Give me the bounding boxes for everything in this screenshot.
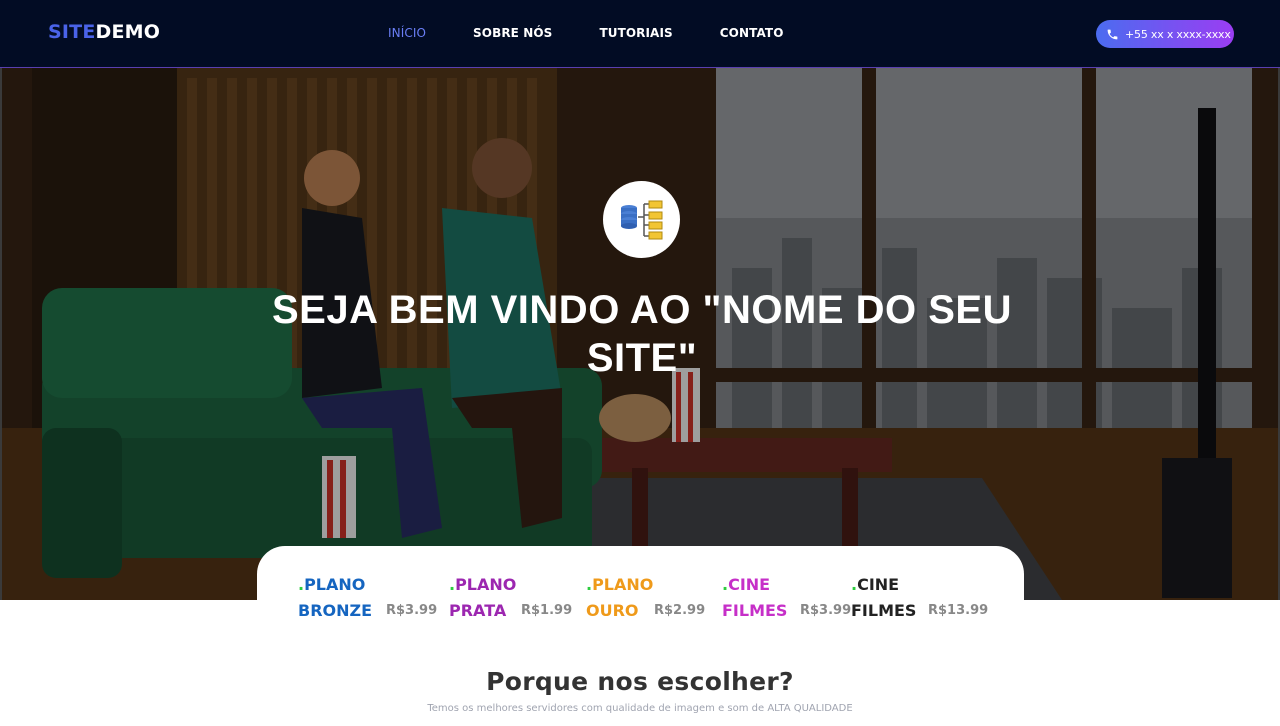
plan-name: .CINE FILMES — [722, 572, 787, 624]
plan-line-2: BRONZE — [298, 601, 373, 620]
nav-link-inicio[interactable]: INÍCIO — [388, 26, 426, 40]
plan-name: .PLANO BRONZE — [298, 572, 372, 624]
plan-name: .PLANO OURO — [586, 572, 653, 624]
plan-cine-filmes[interactable]: .CINE FILMES R$3.99 — [722, 572, 851, 624]
top-navbar: SITEDEMO INÍCIO SOBRE NÓS TUTORIAIS CONT… — [0, 0, 1280, 68]
plan-line-1: PLANO — [304, 575, 366, 594]
phone-label: +55 xx x xxxx-xxxx — [1125, 27, 1231, 41]
plan-price: R$1.99 — [521, 603, 573, 618]
plan-name: .CINE FILMES — [851, 572, 916, 624]
hero-logo-badge — [603, 181, 680, 258]
plan-line-1: CINE — [857, 575, 900, 594]
hero-title: SEJA BEM VINDO AO "NOME DO SEU SITE" — [272, 288, 1012, 380]
plan-ouro[interactable]: .PLANO OURO R$2.99 — [586, 572, 705, 624]
hero-banner: SEJA BEM VINDO AO "NOME DO SEU SITE" — [0, 68, 1280, 600]
section-title: Porque nos escolher? — [486, 667, 794, 696]
plan-bronze[interactable]: .PLANO BRONZE R$3.99 — [298, 572, 437, 624]
phone-icon — [1107, 29, 1118, 39]
nav-link-tutoriais[interactable]: TUTORIAIS — [599, 26, 672, 40]
brand-part-2: DEMO — [95, 21, 161, 43]
nav-link-sobre-nos[interactable]: SOBRE NÓS — [473, 26, 552, 40]
site-logo[interactable]: SITEDEMO — [48, 21, 160, 43]
main-nav: INÍCIO SOBRE NÓS TUTORIAIS CONTATO — [388, 26, 831, 40]
plan-line-1: PLANO — [455, 575, 517, 594]
phone-button[interactable]: +55 xx x xxxx-xxxx — [1096, 20, 1234, 48]
database-tree-icon — [620, 200, 662, 239]
plan-price: R$13.99 — [928, 603, 989, 618]
plan-price: R$3.99 — [800, 603, 852, 618]
plans-card: .PLANO BRONZE R$3.99 .PLANO PRATA R$1.99… — [257, 546, 1024, 646]
plan-line-2: OURO — [586, 601, 639, 620]
plan-line-2: FILMES — [722, 601, 788, 620]
plan-line-2: PRATA — [449, 601, 507, 620]
nav-link-contato[interactable]: CONTATO — [720, 26, 784, 40]
plan-line-1: PLANO — [592, 575, 654, 594]
section-subtitle: Temos os melhores servidores com qualida… — [427, 703, 853, 714]
plan-line-1: CINE — [728, 575, 771, 594]
plan-cine-filmes-premium[interactable]: .CINE FILMES R$13.99 — [851, 572, 988, 624]
plan-name: .PLANO PRATA — [449, 572, 516, 624]
plan-prata[interactable]: .PLANO PRATA R$1.99 — [449, 572, 572, 624]
plan-line-2: FILMES — [851, 601, 917, 620]
plan-price: R$3.99 — [386, 603, 438, 618]
plan-price: R$2.99 — [654, 603, 706, 618]
brand-part-1: SITE — [48, 21, 96, 43]
